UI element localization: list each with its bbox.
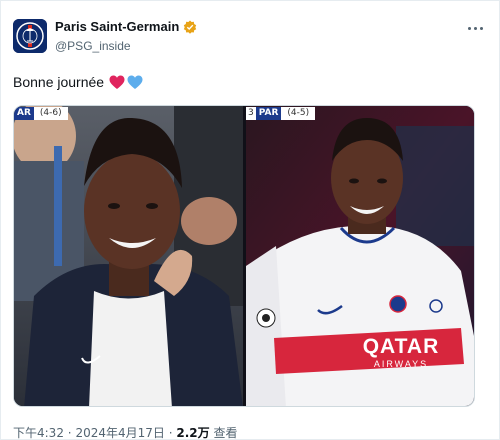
red-heart-icon bbox=[109, 75, 125, 89]
views-count: 2.2万 bbox=[176, 426, 210, 440]
tweet-meta: 下午4:32 · 2024年4月17日 · 2.2万 查看 bbox=[13, 424, 237, 440]
team-label: PAR bbox=[255, 107, 282, 120]
photo-right[interactable]: QATAR AIRWAYS 3 PAR (4-5) bbox=[246, 106, 474, 406]
score-prefix: 3 bbox=[246, 107, 256, 120]
psg-crest-icon[interactable] bbox=[13, 19, 47, 53]
meta-separator: · bbox=[168, 426, 173, 440]
tweet-text: Bonne journée bbox=[13, 74, 143, 90]
team-label: AR bbox=[14, 107, 34, 120]
post-time[interactable]: 下午4:32 bbox=[13, 426, 64, 440]
tweet-card: Paris Saint-Germain @PSG_inside Bonne jo… bbox=[0, 0, 500, 440]
sponsor-text: QATAR bbox=[362, 335, 440, 358]
name-row: Paris Saint-Germain bbox=[55, 19, 197, 34]
meta-separator: · bbox=[67, 426, 72, 440]
media-grid: AR (4-6) QATAR AIRWAYS 3 PAR (4-5) bbox=[13, 105, 475, 407]
sponsor-subtext: AIRWAYS bbox=[373, 359, 429, 369]
tweet-text-content: Bonne journée bbox=[13, 74, 105, 90]
views-label[interactable]: 查看 bbox=[213, 426, 237, 440]
verified-badge-icon bbox=[184, 20, 197, 34]
photo-left-illustration bbox=[14, 106, 243, 406]
scoreboard-right: 3 PAR (4-5) bbox=[246, 107, 316, 120]
post-date[interactable]: 2024年4月17日 bbox=[75, 426, 164, 440]
tweet-header: Paris Saint-Germain @PSG_inside bbox=[11, 17, 491, 61]
scoreboard-left: AR (4-6) bbox=[14, 107, 68, 120]
more-options-icon[interactable] bbox=[463, 21, 487, 35]
aggregate-score: (4-6) bbox=[33, 107, 68, 120]
blue-heart-icon bbox=[127, 75, 143, 89]
account-handle[interactable]: @PSG_inside bbox=[55, 39, 131, 53]
photo-left[interactable]: AR (4-6) bbox=[14, 106, 243, 406]
display-name[interactable]: Paris Saint-Germain bbox=[55, 19, 179, 34]
aggregate-score: (4-5) bbox=[281, 107, 316, 120]
